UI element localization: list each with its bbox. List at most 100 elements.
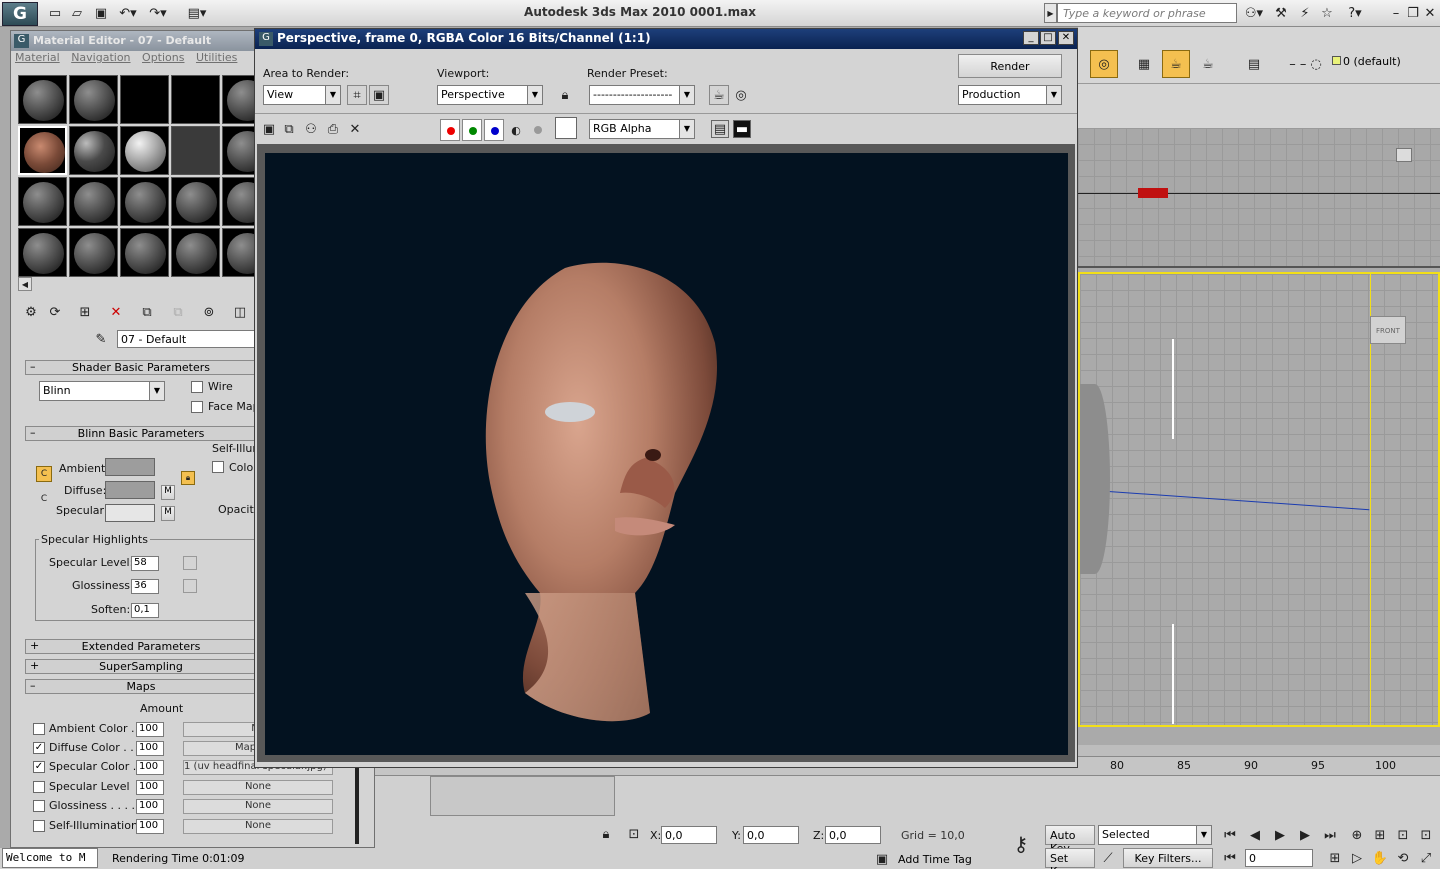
map-enable-checkbox[interactable]: ✓: [33, 761, 45, 773]
map-slot-button[interactable]: None: [183, 799, 333, 814]
viewcube-icon[interactable]: [1396, 148, 1412, 162]
key-filters-button[interactable]: Key Filters...: [1123, 848, 1213, 868]
map-amount-spinner[interactable]: 100: [136, 799, 164, 814]
render-iterative-icon[interactable]: ☕: [1194, 50, 1222, 78]
orbit-icon[interactable]: ⟲: [1393, 849, 1413, 867]
map-slot-button[interactable]: None: [183, 780, 333, 795]
soften-spinner[interactable]: 0,1: [131, 603, 159, 618]
map-amount-spinner[interactable]: 100: [136, 722, 164, 737]
frame-minimize-icon[interactable]: _: [1023, 31, 1039, 45]
menu-utilities[interactable]: Utilities: [196, 51, 237, 64]
project-folder-icon[interactable]: ▤▾: [180, 4, 214, 22]
maximize-viewport-icon[interactable]: ⤢: [1416, 849, 1436, 867]
copy-material-icon[interactable]: ⧉: [137, 303, 157, 321]
frame-maximize-icon[interactable]: □: [1040, 31, 1056, 45]
restore-icon[interactable]: ❐: [1405, 4, 1421, 22]
layer-visibility-icon[interactable]: – – ◌: [1278, 52, 1333, 76]
zoom-extents-all-icon[interactable]: ⊡: [1416, 826, 1436, 844]
add-time-tag-button[interactable]: Add Time Tag: [898, 853, 972, 866]
clone-frame-icon[interactable]: ⚇: [303, 121, 319, 137]
environment-effects-icon[interactable]: ◎: [731, 85, 751, 105]
specular-level-spinner[interactable]: 58: [131, 556, 159, 571]
auto-key-button[interactable]: Auto Key: [1045, 825, 1095, 855]
copy-image-icon[interactable]: ⧉: [281, 121, 297, 137]
specular-level-map-button[interactable]: [183, 556, 197, 570]
specular-map-button[interactable]: M: [161, 506, 175, 521]
material-slot[interactable]: [18, 228, 67, 277]
production-select[interactable]: Production ▼: [958, 85, 1062, 105]
material-id-channel-icon[interactable]: ◫: [230, 303, 250, 321]
material-slot[interactable]: [69, 228, 118, 277]
material-slot[interactable]: [171, 228, 220, 277]
y-coord-field[interactable]: 0,0: [743, 826, 799, 844]
go-to-end-icon[interactable]: ⏭: [1320, 826, 1340, 844]
time-configuration-icon[interactable]: ⊞: [1325, 849, 1345, 867]
toggle-ui-icon[interactable]: ▬: [733, 120, 751, 138]
menu-navigation[interactable]: Navigation: [71, 51, 130, 64]
map-amount-spinner[interactable]: 100: [136, 819, 164, 834]
rollout-shader-basic[interactable]: – Shader Basic Parameters: [25, 360, 257, 375]
transform-mode-icon[interactable]: ⊡: [625, 825, 643, 843]
wire-checkbox[interactable]: [191, 381, 203, 393]
menu-options[interactable]: Options: [142, 51, 184, 64]
edit-region-icon[interactable]: ⌗: [347, 85, 367, 105]
pan-hand-icon[interactable]: ✋: [1370, 849, 1390, 867]
material-slot[interactable]: [171, 177, 220, 226]
material-slot[interactable]: [18, 75, 67, 124]
chevron-down-icon[interactable]: ▼: [1196, 826, 1211, 844]
glossiness-spinner[interactable]: 36: [131, 579, 159, 594]
diffuse-map-button[interactable]: M: [161, 485, 175, 500]
render-setup-icon[interactable]: ◎: [1090, 50, 1118, 78]
binoculars-icon[interactable]: ⚇▾: [1240, 4, 1268, 22]
scrollbar[interactable]: [355, 766, 359, 844]
map-enable-checkbox[interactable]: [33, 723, 45, 735]
rollout-supersampling[interactable]: + SuperSampling: [25, 659, 257, 674]
chevron-down-icon[interactable]: ▼: [527, 86, 542, 104]
key-mode-select[interactable]: Selected ▼: [1098, 825, 1212, 845]
play-icon[interactable]: ▶: [1270, 826, 1290, 844]
clear-color-swatch[interactable]: [555, 117, 577, 139]
go-to-start-icon[interactable]: ⏮: [1220, 826, 1240, 844]
map-amount-spinner[interactable]: 100: [136, 780, 164, 795]
material-slot[interactable]: [120, 126, 169, 175]
previous-frame-icon[interactable]: ◀: [1245, 826, 1265, 844]
current-frame-field[interactable]: 0: [1245, 849, 1313, 867]
current-layer-label[interactable]: 0 (default): [1343, 55, 1401, 68]
help-icon[interactable]: ?▾: [1340, 4, 1370, 22]
search-input[interactable]: Type a keyword or phrase: [1057, 3, 1237, 23]
save-image-icon[interactable]: ▣: [261, 121, 277, 137]
rollout-maps[interactable]: – Maps: [25, 679, 257, 694]
viewport-select[interactable]: Perspective ▼: [437, 85, 543, 105]
lock-ambient-diffuse-icon[interactable]: C: [36, 466, 52, 482]
map-enable-checkbox[interactable]: [33, 800, 45, 812]
zoom-all-icon[interactable]: ⊞: [1370, 826, 1390, 844]
search-expand-icon[interactable]: ▶: [1044, 3, 1057, 23]
viewcube-front-icon[interactable]: FRONT: [1370, 316, 1406, 344]
z-coord-field[interactable]: 0,0: [825, 826, 881, 844]
render-setup-icon[interactable]: ☕: [709, 85, 729, 105]
communication-icon[interactable]: ⚡: [1296, 4, 1314, 22]
material-slot[interactable]: [69, 177, 118, 226]
lock-icon[interactable]: 🔒︎: [181, 471, 195, 485]
green-channel-toggle[interactable]: [462, 119, 482, 141]
zoom-icon[interactable]: ⊕: [1347, 826, 1367, 844]
material-slot[interactable]: [69, 126, 118, 175]
menu-material[interactable]: Material: [15, 51, 60, 64]
map-amount-spinner[interactable]: 100: [136, 741, 164, 756]
subscription-icon[interactable]: ⚒: [1272, 4, 1290, 22]
monochrome-icon[interactable]: [534, 126, 542, 134]
material-slot[interactable]: [171, 75, 220, 124]
auto-region-icon[interactable]: ▣: [369, 85, 389, 105]
viewport-top[interactable]: [1078, 128, 1440, 268]
chevron-down-icon[interactable]: ▼: [325, 86, 340, 104]
chevron-down-icon[interactable]: ▼: [1046, 86, 1061, 104]
favorites-star-icon[interactable]: ☆: [1318, 4, 1336, 22]
toggle-ui-overlay-icon[interactable]: ▤: [711, 120, 729, 138]
map-amount-spinner[interactable]: 100: [136, 760, 164, 775]
zoom-extents-icon[interactable]: ⊡: [1393, 826, 1413, 844]
material-slot-active[interactable]: [18, 126, 67, 175]
glossiness-map-button[interactable]: [183, 579, 197, 593]
close-icon[interactable]: ✕: [1422, 4, 1438, 22]
viewport-front[interactable]: FRONT: [1078, 272, 1440, 727]
facemap-checkbox[interactable]: [191, 401, 203, 413]
